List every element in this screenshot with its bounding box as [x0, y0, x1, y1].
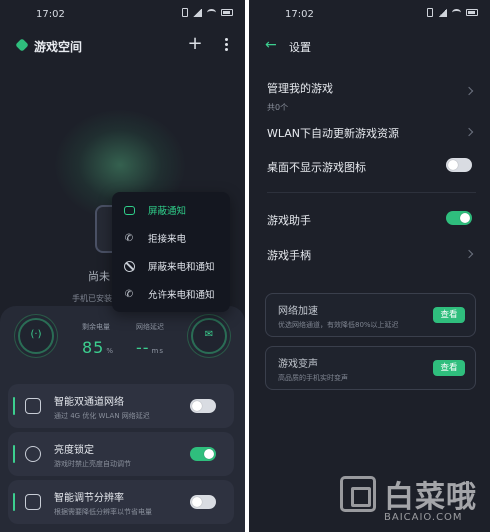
- resolution-icon: [25, 494, 41, 510]
- page-title: 设置: [289, 41, 311, 54]
- brightness-icon: [25, 446, 41, 462]
- network-channel-icon: [25, 398, 41, 414]
- watermark: 白菜哦 BAICAIO.COM: [340, 470, 485, 528]
- battery-icon: [466, 9, 478, 16]
- notification-popup-menu: 屏蔽通知 ✆ 拒接来电 屏蔽来电和通知 ✆ 允许来电和通知: [112, 192, 230, 312]
- battery-label: 剩余电量: [82, 323, 110, 331]
- wifi-icon: [207, 9, 216, 16]
- hide-icon-toggle[interactable]: [446, 158, 472, 172]
- settings-screen: 17:02 ← 设置 管理我的游戏 共0个 WLAN下自动更新游戏资源 桌面不显…: [249, 0, 490, 532]
- game-space-logo-icon: [15, 38, 29, 52]
- watermark-url: BAICAIO.COM: [384, 512, 463, 523]
- card-voice-changer: 游戏变声 高品质的手机实时变声 查看: [265, 346, 476, 390]
- notification-dial[interactable]: ✉: [191, 318, 227, 354]
- row-gamepad[interactable]: 游戏手柄: [267, 247, 476, 263]
- dual-channel-toggle[interactable]: [190, 399, 216, 413]
- phone-icon: ✆: [124, 232, 134, 244]
- app-header: 游戏空间 +: [0, 34, 245, 58]
- status-time: 17:02: [36, 9, 65, 20]
- card-accent-bar: [13, 445, 15, 463]
- popup-item-block-calls-and-notifications[interactable]: 屏蔽来电和通知: [112, 252, 230, 280]
- bluetooth-icon: [182, 8, 188, 17]
- wifi-icon: [452, 9, 461, 16]
- latency-value: -- ms: [136, 338, 165, 357]
- popup-item-label: 拒接来电: [148, 234, 187, 245]
- more-options-button[interactable]: [223, 38, 229, 52]
- app-title: 游戏空间: [34, 40, 83, 54]
- status-bar: 17:02: [249, 0, 490, 26]
- status-icons: [427, 8, 478, 17]
- card-title: 亮度锁定: [54, 445, 94, 456]
- chat-bubble-icon: [122, 203, 136, 217]
- card-title: 游戏变声: [278, 359, 318, 370]
- card-network-boost: 网络加速 优选网络通道，有效降低80%以上延迟 查看: [265, 293, 476, 337]
- popup-item-label: 屏蔽通知: [148, 206, 187, 217]
- signal-icon: [438, 8, 447, 17]
- card-subtitle: 游戏时禁止亮度自动调节: [54, 460, 131, 468]
- card-dual-channel[interactable]: 智能双通道网络 通过 4G 优化 WLAN 网络延迟: [8, 384, 234, 428]
- row-title: 游戏手柄: [267, 249, 311, 262]
- card-title: 网络加速: [278, 306, 318, 317]
- card-brightness-lock[interactable]: 亮度锁定 游戏时禁止亮度自动调节: [8, 432, 234, 476]
- status-time: 17:02: [285, 9, 314, 20]
- watermark-text: 白菜哦: [384, 480, 477, 515]
- battery-stat: 剩余电量 85%: [82, 322, 114, 357]
- network-dial-icon: (·): [30, 329, 42, 340]
- card-accent-bar: [13, 493, 15, 511]
- row-title: 桌面不显示游戏图标: [267, 161, 366, 174]
- card-subtitle: 优选网络通道，有效降低80%以上延迟: [278, 321, 399, 329]
- brightness-lock-toggle[interactable]: [190, 447, 216, 461]
- status-icons: [182, 8, 233, 17]
- battery-icon: [221, 9, 233, 16]
- popup-item-allow-calls-and-notifications[interactable]: ✆ 允许来电和通知: [112, 280, 230, 308]
- add-game-button[interactable]: +: [187, 34, 203, 54]
- popup-item-block-notifications[interactable]: 屏蔽通知: [112, 196, 230, 224]
- ban-icon: [122, 259, 136, 273]
- latency-stat: 网络延迟 -- ms: [136, 322, 164, 357]
- battery-value: 85%: [82, 338, 115, 357]
- game-assistant-toggle[interactable]: [446, 211, 472, 225]
- popup-item-label: 屏蔽来电和通知: [148, 262, 215, 273]
- network-dial[interactable]: (·): [18, 318, 54, 354]
- back-arrow-icon[interactable]: ←: [265, 37, 277, 53]
- voice-changer-view-button[interactable]: 查看: [433, 360, 465, 376]
- card-subtitle: 根据需要降低分辨率以节省电量: [54, 508, 152, 516]
- card-title: 智能调节分辨率: [54, 493, 124, 504]
- watermark-logo-icon: [340, 476, 376, 512]
- row-title: 游戏助手: [267, 214, 311, 227]
- row-wlan-auto-update[interactable]: WLAN下自动更新游戏资源: [267, 125, 476, 141]
- status-bar: 17:02: [0, 0, 245, 26]
- phone-check-icon: ✆: [124, 288, 134, 300]
- card-smart-resolution[interactable]: 智能调节分辨率 根据需要降低分辨率以节省电量: [8, 480, 234, 524]
- no-game-subtext: 手机已安装: [72, 294, 112, 303]
- settings-header: ← 设置: [249, 34, 490, 58]
- game-assistant-panel: (·) 剩余电量 85% 网络延迟 -- ms ✉ 智能双通道网络 通过 4G 优…: [0, 306, 245, 532]
- notification-dial-icon: ✉: [204, 329, 214, 340]
- card-subtitle: 高品质的手机实时变声: [278, 374, 348, 382]
- row-manage-games[interactable]: 管理我的游戏 共0个: [267, 80, 476, 113]
- no-game-text: 尚未: [88, 270, 110, 283]
- smart-resolution-toggle[interactable]: [190, 495, 216, 509]
- row-title: 管理我的游戏: [267, 82, 333, 95]
- row-game-assistant[interactable]: 游戏助手: [267, 211, 476, 228]
- divider: [267, 192, 476, 193]
- latency-label: 网络延迟: [136, 323, 164, 331]
- game-space-screen: 17:02 游戏空间 + 尚未 手机已安装 (·) 剩余电量 85% 网络延迟 …: [0, 0, 245, 532]
- popup-item-label: 允许来电和通知: [148, 290, 215, 301]
- network-boost-view-button[interactable]: 查看: [433, 307, 465, 323]
- card-subtitle: 通过 4G 优化 WLAN 网络延迟: [54, 412, 150, 420]
- bluetooth-icon: [427, 8, 433, 17]
- signal-icon: [193, 8, 202, 17]
- row-title: WLAN下自动更新游戏资源: [267, 127, 400, 140]
- popup-item-reject-calls[interactable]: ✆ 拒接来电: [112, 224, 230, 252]
- row-subtitle: 共0个: [267, 103, 289, 112]
- card-title: 智能双通道网络: [54, 397, 124, 408]
- card-accent-bar: [13, 397, 15, 415]
- row-hide-desktop-icon[interactable]: 桌面不显示游戏图标: [267, 158, 476, 175]
